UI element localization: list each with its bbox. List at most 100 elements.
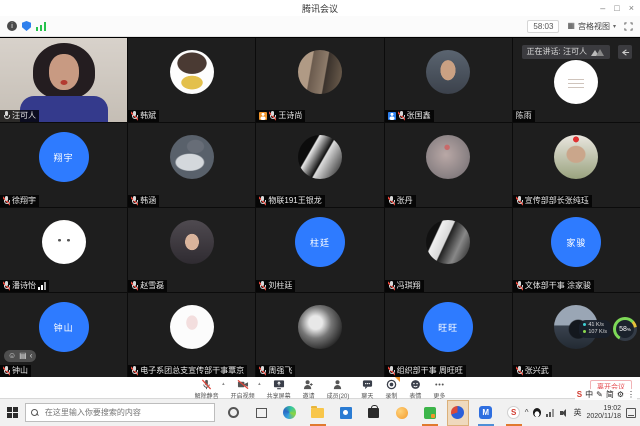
notification-center-icon[interactable]: [626, 408, 636, 418]
view-mode-button[interactable]: ▦ 宫格视图 ▾: [567, 21, 616, 32]
network-monitor-overlay[interactable]: 41 K/s 107 K/s 58%: [579, 317, 637, 341]
task-view-button[interactable]: [251, 400, 273, 426]
share-screen-button[interactable]: 共享屏幕: [267, 379, 291, 400]
meeting-info-icon[interactable]: i: [7, 21, 17, 31]
maximize-button[interactable]: □: [614, 4, 619, 13]
more-button[interactable]: 更多: [433, 379, 445, 400]
record-button[interactable]: 录制: [385, 379, 397, 400]
language-indicator[interactable]: 英: [573, 407, 581, 418]
share-screen-icon: [273, 379, 285, 390]
windows-taskbar: M S ^ 英 19:02 2020/11/18: [0, 398, 640, 426]
participant-tile-4[interactable]: 张国鑫: [385, 38, 512, 122]
participant-tile-17[interactable]: 电子系团总支宣传部干事覃京: [128, 293, 255, 377]
tencent-meeting-taskbar-button[interactable]: [447, 400, 469, 426]
fullscreen-icon[interactable]: [624, 22, 633, 31]
avatar-initials: 翔宇: [39, 132, 89, 182]
avatar-initials: 钟山: [39, 302, 89, 352]
unmute-button[interactable]: ▴ 解除静音: [195, 379, 219, 400]
windows-logo-icon: [7, 407, 18, 418]
network-quality-icon: [36, 22, 46, 31]
participant-tile-6[interactable]: 翔宇 徐翔宇: [0, 123, 127, 207]
mic-muted-icon: [516, 196, 523, 206]
blue-m-app-button[interactable]: M: [475, 400, 497, 426]
mic-muted-icon: [131, 281, 138, 291]
edge-browser-button[interactable]: [279, 400, 301, 426]
participant-tile-18[interactable]: 周强飞: [256, 293, 383, 377]
sogou-input-button[interactable]: S: [503, 400, 525, 426]
speaking-banner-text: 正在讲话: 汪可人: [527, 45, 587, 59]
blue-app-button[interactable]: [335, 400, 357, 426]
start-button[interactable]: [0, 399, 25, 426]
members-button[interactable]: 成员(20): [327, 379, 350, 400]
ime-chinese-toggle[interactable]: 中: [585, 389, 593, 400]
tencent-meeting-window: 腾讯会议 – □ × i 58:03 ▦ 宫格视图 ▾ 正在讲话: 汪可人: [0, 0, 640, 426]
chat-button[interactable]: 聊天: [361, 379, 373, 400]
participant-tile-3[interactable]: 王诗尚: [256, 38, 383, 122]
volume-tray-icon[interactable]: [560, 409, 568, 417]
participant-name: 刘柱廷: [268, 280, 292, 292]
memory-gauge[interactable]: 58%: [613, 317, 637, 341]
participant-tile-20[interactable]: 41 K/s 107 K/s 58% 张兴武: [513, 293, 640, 377]
avatar: [426, 135, 470, 179]
participant-tile-15[interactable]: 家骏 文体部干事 涂家骏: [513, 208, 640, 292]
chat-bubble-icon: [362, 379, 373, 390]
participant-tile-8[interactable]: 物联191王银龙: [256, 123, 383, 207]
mic-options-caret[interactable]: ▴: [222, 381, 225, 387]
participant-tile-16[interactable]: 钟山 ☺ ▤ ‹ 钟山: [0, 293, 127, 377]
participant-tile-14[interactable]: 冯琪翔: [385, 208, 512, 292]
tray-expand-icon[interactable]: ^: [525, 408, 529, 417]
cortana-button[interactable]: [223, 400, 245, 426]
participant-tile-9[interactable]: 张丹: [385, 123, 512, 207]
participant-tile-12[interactable]: 赵雪磊: [128, 208, 255, 292]
sogou-ime-icon[interactable]: S: [577, 390, 582, 399]
microsoft-store-button[interactable]: [363, 400, 385, 426]
participant-name: 宣传部部长张纯珏: [525, 195, 589, 207]
system-tray: ^ 英 19:02 2020/11/18: [525, 405, 640, 421]
participant-tile-2[interactable]: 韩斌: [128, 38, 255, 122]
taskbar-clock[interactable]: 19:02 2020/11/18: [586, 405, 621, 421]
ime-pencil-icon[interactable]: ✎: [596, 390, 603, 399]
participant-name: 物联191王银龙: [268, 195, 321, 207]
avatar-initials: 家骏: [551, 217, 601, 267]
search-input[interactable]: [43, 407, 207, 418]
file-explorer-button[interactable]: [307, 400, 329, 426]
banner-collapse-button[interactable]: [618, 45, 632, 59]
mic-muted-icon: [516, 366, 523, 376]
ime-more-icon[interactable]: ⋮: [627, 390, 635, 399]
more-label: 更多: [433, 391, 445, 400]
avatar: [298, 135, 342, 179]
camera-off-icon: [237, 379, 249, 390]
close-button[interactable]: ×: [629, 4, 634, 13]
ime-simplified-toggle[interactable]: 简: [606, 389, 614, 400]
qq-tray-icon[interactable]: [533, 408, 541, 417]
network-tray-icon[interactable]: [546, 409, 555, 417]
security-shield-icon[interactable]: [22, 21, 31, 31]
participant-tile-11[interactable]: 潘诗怡: [0, 208, 127, 292]
minimize-button[interactable]: –: [600, 4, 605, 13]
invite-person-icon: [303, 379, 314, 390]
window-title: 腾讯会议: [302, 2, 338, 15]
ime-settings-icon[interactable]: ⚙: [617, 390, 624, 399]
unmute-label: 解除静音: [195, 391, 219, 400]
view-mode-label: 宫格视图: [578, 21, 610, 32]
participant-tile-7[interactable]: 韩涵: [128, 123, 255, 207]
green-app-button[interactable]: [419, 400, 441, 426]
start-video-button[interactable]: ▴ 开启视频: [231, 379, 255, 400]
participant-tile-1[interactable]: 汪可人: [0, 38, 127, 122]
avatar: [170, 50, 214, 94]
participant-name: 组织部干事 周旺旺: [397, 365, 463, 377]
participant-tile-13[interactable]: 柱廷 刘柱廷: [256, 208, 383, 292]
participant-tile-10[interactable]: 宣传部部长张纯珏: [513, 123, 640, 207]
invite-button[interactable]: 邀请: [303, 379, 315, 400]
avatar-initials: 柱廷: [295, 217, 345, 267]
emoji-button[interactable]: 表情: [409, 379, 421, 400]
participant-tile-19[interactable]: 旺旺 组织部干事 周旺旺: [385, 293, 512, 377]
orange-app-button[interactable]: [391, 400, 413, 426]
ime-toolbar[interactable]: S 中 ✎ 简 ⚙ ⋮: [575, 389, 637, 400]
video-options-caret[interactable]: ▴: [258, 381, 261, 387]
keyboard-icon: ▤: [19, 350, 27, 362]
reaction-toolbar[interactable]: ☺ ▤ ‹: [4, 350, 36, 362]
taskbar-search[interactable]: [25, 403, 215, 422]
audio-level-icon: [591, 48, 605, 56]
avatar: [298, 50, 342, 94]
